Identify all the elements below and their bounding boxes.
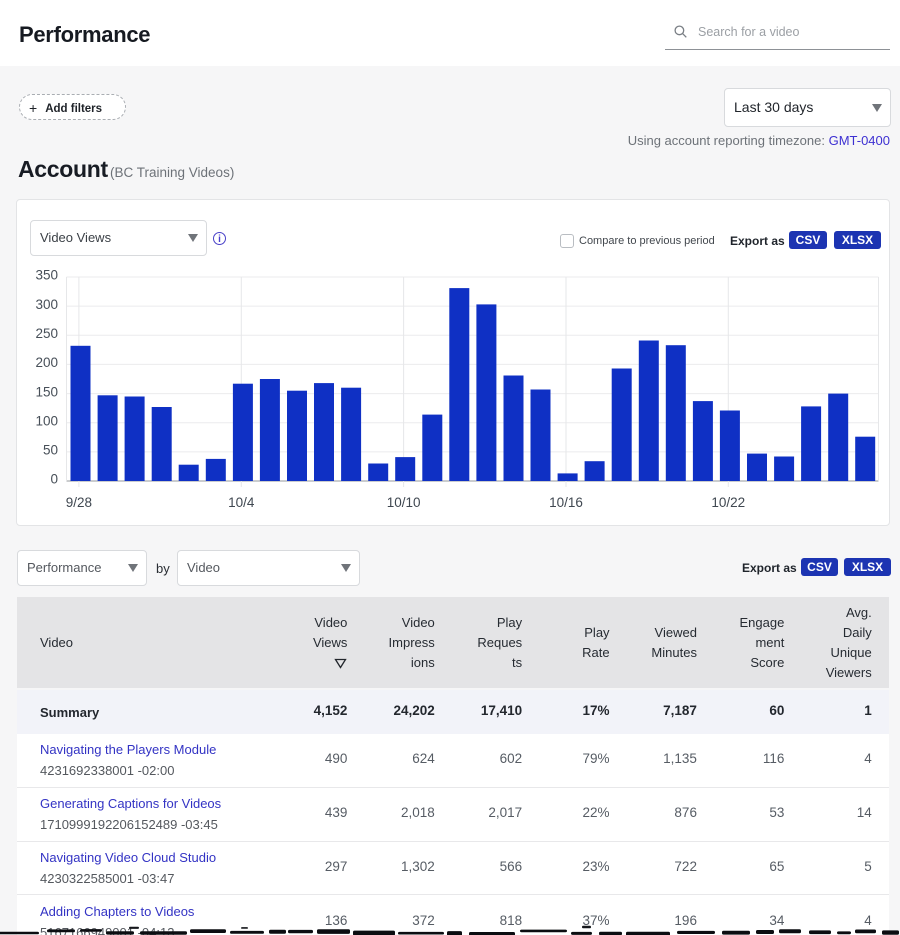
- svg-text:100: 100: [35, 413, 58, 428]
- svg-text:300: 300: [35, 297, 58, 312]
- svg-text:0: 0: [50, 472, 58, 487]
- svg-text:250: 250: [35, 326, 58, 341]
- svg-text:50: 50: [43, 443, 58, 458]
- svg-text:10/16: 10/16: [549, 495, 583, 510]
- svg-text:10/4: 10/4: [228, 495, 255, 510]
- svg-text:200: 200: [35, 355, 58, 370]
- svg-text:10/10: 10/10: [387, 495, 421, 510]
- svg-text:10/22: 10/22: [711, 495, 745, 510]
- svg-text:9/28: 9/28: [66, 495, 92, 510]
- svg-text:350: 350: [35, 268, 58, 283]
- svg-text:150: 150: [35, 384, 58, 399]
